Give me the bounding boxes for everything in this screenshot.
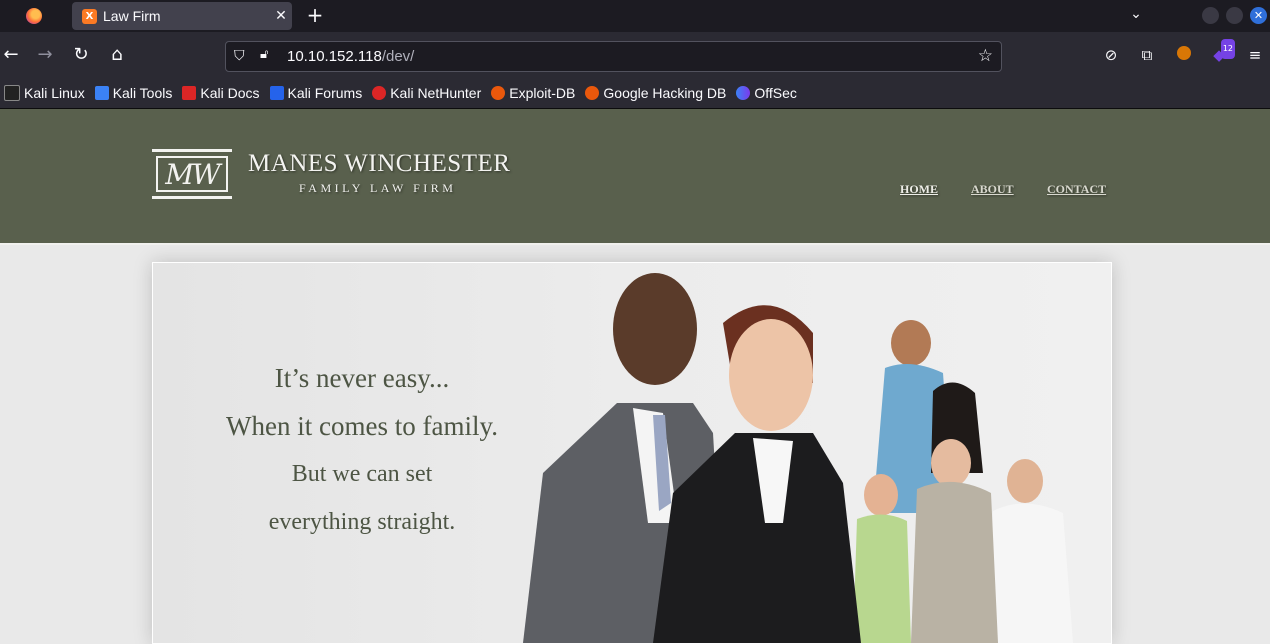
bookmark-google-hacking-db[interactable]: Google Hacking DB bbox=[585, 85, 726, 101]
extension-gem-icon[interactable]: ◆ 12 bbox=[1209, 39, 1235, 65]
bookmark-kali-linux[interactable]: Kali Linux bbox=[4, 85, 85, 101]
logo-subtitle: FAMILY LAW FIRM bbox=[299, 181, 457, 195]
tagline-line-1: It’s never easy... bbox=[274, 363, 450, 393]
kali-dragon-icon bbox=[4, 85, 20, 101]
hero-banner: It’s never easy... When it comes to fami… bbox=[152, 262, 1112, 644]
tracking-protection-shield-icon[interactable]: ⛉ bbox=[234, 48, 248, 64]
tab-bar: X Law Firm ✕ + ⌄ ✕ bbox=[0, 0, 1270, 32]
xampp-favicon-icon: X bbox=[82, 8, 97, 24]
hero-photo-family-lawyers bbox=[523, 273, 1073, 643]
google-hacking-db-icon bbox=[585, 86, 600, 100]
nav-contact-link[interactable]: CONTACT bbox=[1047, 182, 1106, 197]
menu-hamburger-icon[interactable]: ≡ bbox=[1245, 45, 1265, 65]
bookmark-kali-docs[interactable]: Kali Docs bbox=[182, 85, 260, 101]
nav-about-link[interactable]: ABOUT bbox=[971, 182, 1014, 197]
close-tab-icon[interactable]: ✕ bbox=[270, 8, 292, 24]
bookmark-offsec[interactable]: OffSec bbox=[736, 85, 797, 101]
exploit-db-icon bbox=[491, 86, 506, 100]
tab-law-firm[interactable]: X Law Firm ✕ bbox=[72, 2, 292, 30]
extension-badge: 12 bbox=[1220, 39, 1235, 59]
window-close-button[interactable]: ✕ bbox=[1250, 7, 1267, 24]
address-bar[interactable]: ⛉ 🔓︎ 10.10.152.118/dev/ ☆ bbox=[225, 41, 1002, 72]
nav-home-link[interactable]: HOME bbox=[900, 182, 938, 197]
bookmark-kali-forums[interactable]: Kali Forums bbox=[269, 85, 362, 101]
bookmark-star-icon[interactable]: ☆ bbox=[978, 46, 993, 66]
bookmarks-bar: Kali Linux Kali Tools Kali Docs Kali For… bbox=[0, 78, 1270, 109]
firefox-icon bbox=[26, 8, 42, 24]
new-tab-button[interactable]: + bbox=[304, 4, 326, 26]
tagline-line-2: When it comes to family. bbox=[226, 411, 498, 441]
home-icon[interactable]: ⌂ bbox=[106, 44, 128, 66]
reload-icon[interactable]: ↻ bbox=[70, 44, 92, 66]
pocket-icon[interactable]: ⊘ bbox=[1101, 45, 1121, 65]
bookmark-kali-nethunter[interactable]: Kali NetHunter bbox=[372, 85, 481, 101]
maximize-button[interactable] bbox=[1226, 7, 1243, 24]
tagline-line-3: But we can set bbox=[291, 461, 433, 487]
minimize-button[interactable] bbox=[1202, 7, 1219, 24]
bookmark-exploit-db[interactable]: Exploit-DB bbox=[491, 85, 575, 101]
offsec-icon bbox=[736, 86, 751, 100]
foxyproxy-extension-icon[interactable] bbox=[1174, 45, 1194, 65]
kali-docs-icon bbox=[182, 86, 197, 100]
extensions-puzzle-icon[interactable]: ⧉ bbox=[1137, 45, 1157, 65]
firefox-view-tab[interactable] bbox=[0, 0, 68, 32]
list-tabs-chevron-icon[interactable]: ⌄ bbox=[1126, 6, 1146, 26]
logo-mark[interactable]: MW bbox=[152, 149, 232, 199]
navigation-bar: ← → ↻ ⌂ ⛉ 🔓︎ 10.10.152.118/dev/ ☆ ⊘ ⧉ ◆ 1… bbox=[0, 32, 1270, 78]
kali-tools-icon bbox=[94, 86, 109, 100]
family-group-figure bbox=[853, 320, 1073, 643]
insecure-lock-icon[interactable]: 🔓︎ bbox=[260, 47, 274, 65]
logo-title: MANES WINCHESTER bbox=[248, 150, 511, 177]
kali-nethunter-icon bbox=[372, 86, 387, 100]
site-header: MW MANES WINCHESTER FAMILY LAW FIRM HOME… bbox=[0, 109, 1270, 245]
forward-arrow-icon[interactable]: → bbox=[34, 44, 56, 66]
url-text[interactable]: 10.10.152.118/dev/ bbox=[287, 48, 414, 65]
tagline-line-4: everything straight. bbox=[268, 509, 456, 535]
kali-forums-icon bbox=[269, 86, 284, 100]
back-arrow-icon[interactable]: ← bbox=[0, 44, 22, 66]
bookmark-kali-tools[interactable]: Kali Tools bbox=[94, 85, 172, 101]
tab-title: Law Firm bbox=[103, 8, 161, 24]
logo-monogram: MW bbox=[156, 156, 228, 192]
